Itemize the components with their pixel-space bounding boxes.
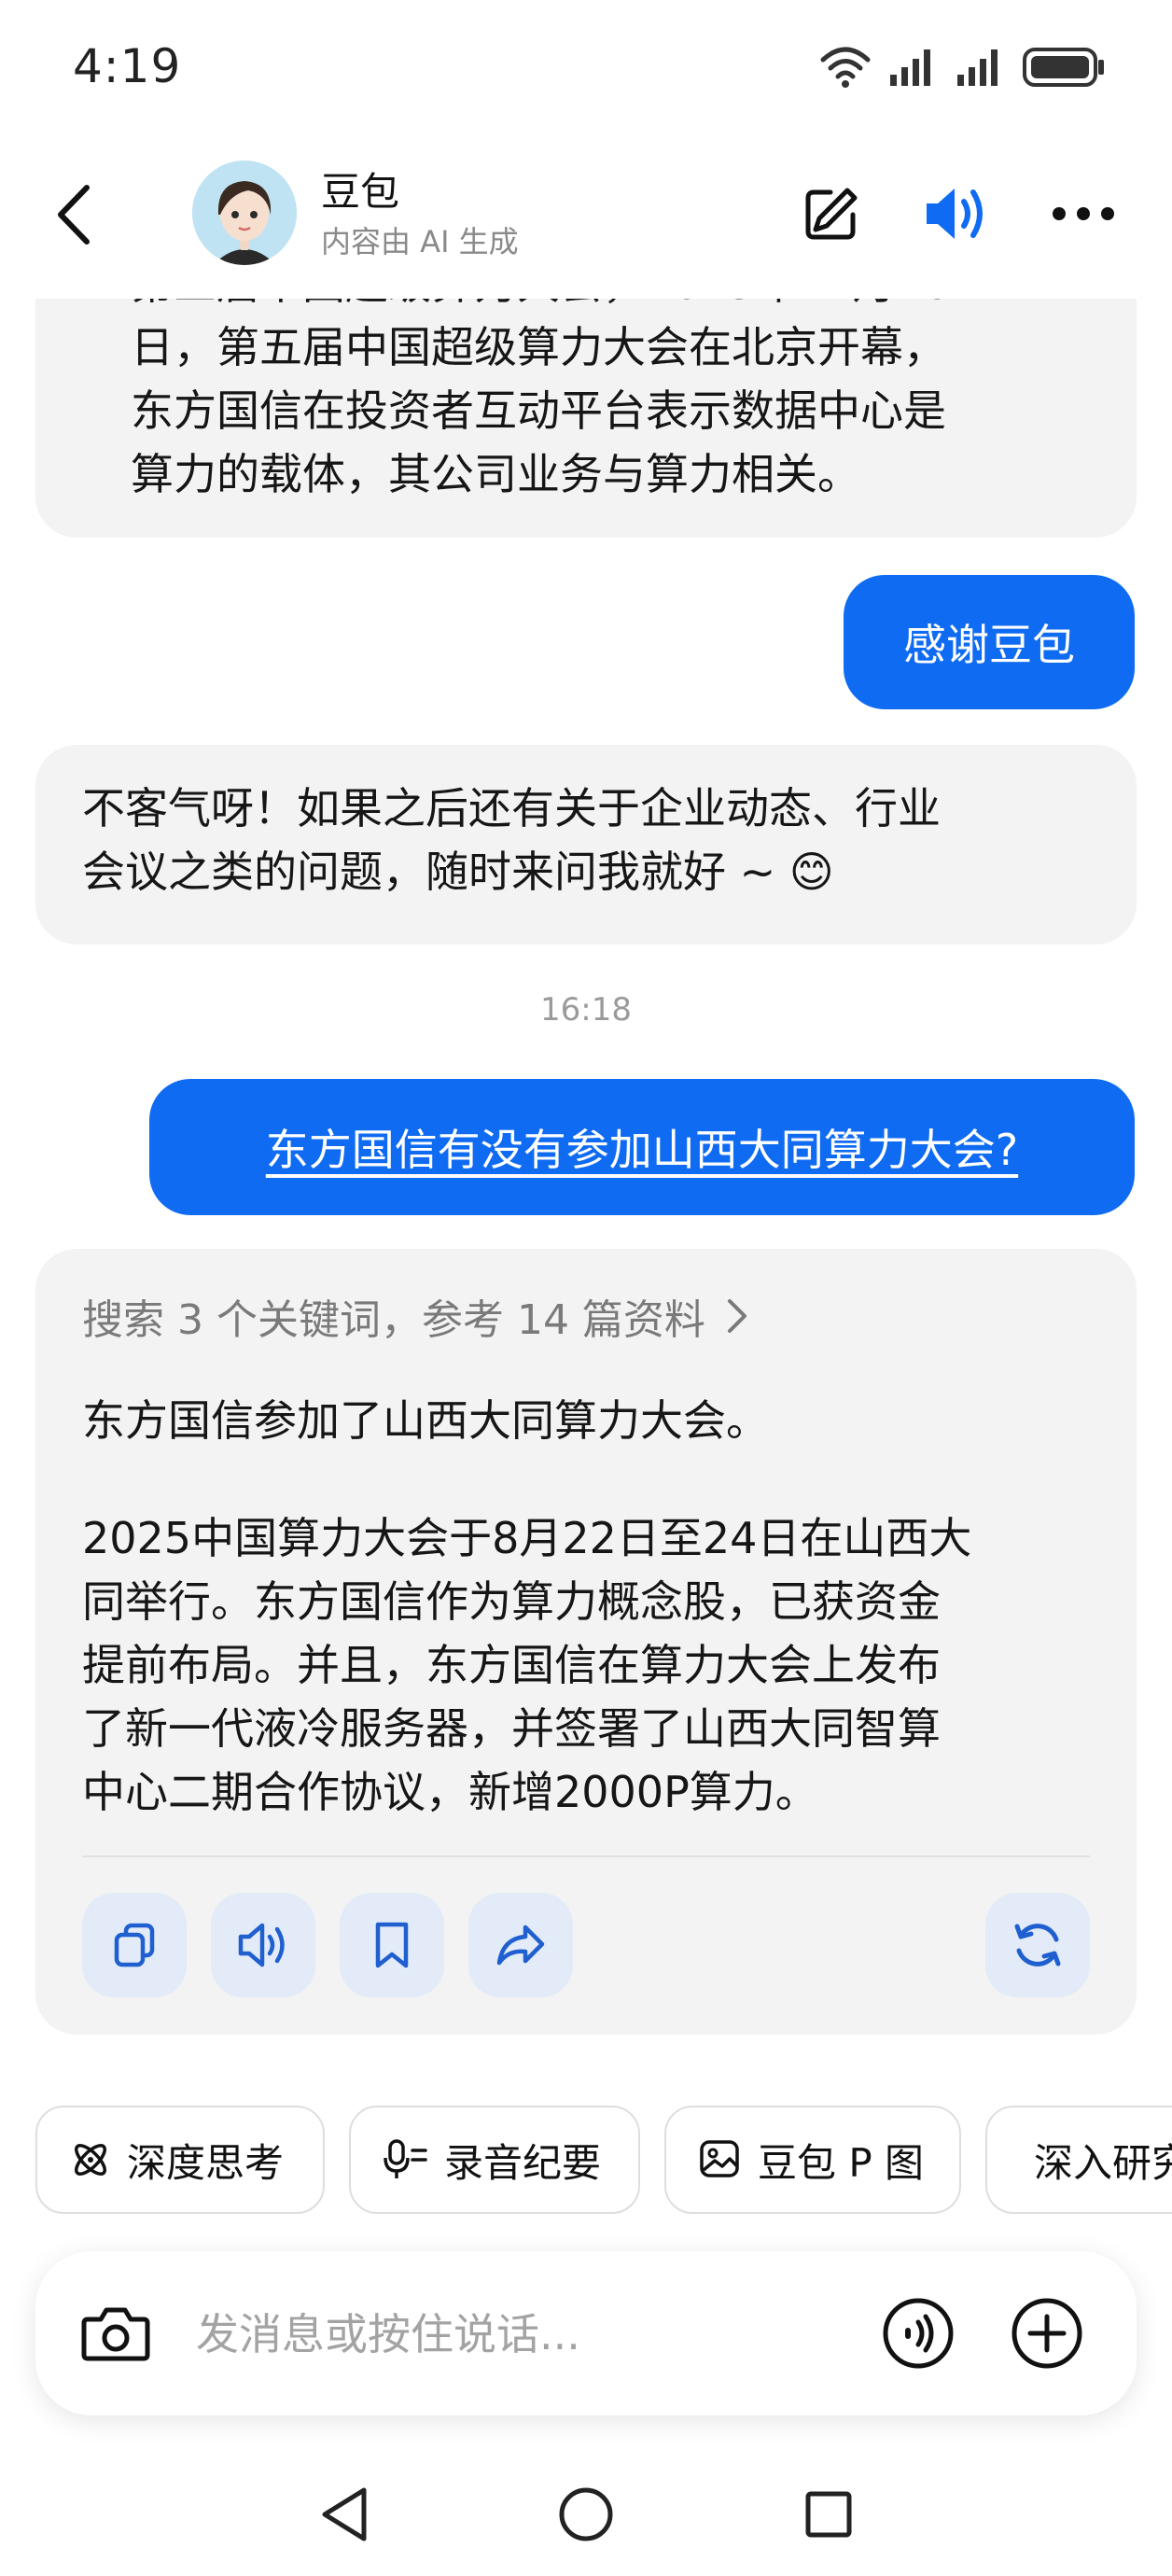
triangle-back-icon: [322, 2487, 367, 2541]
avatar[interactable]: [192, 161, 297, 265]
share-icon: [496, 1925, 545, 1966]
search-summary[interactable]: 搜索 3 个关键词，参考 14 篇资料: [82, 1286, 748, 1346]
chip-image-edit[interactable]: 豆包 P 图: [664, 2106, 961, 2214]
avatar-image: [192, 161, 297, 265]
read-aloud-button[interactable]: [211, 1893, 315, 1997]
chip-label: 深入研究: [1034, 2139, 1172, 2186]
answer-line: 同举行。东方国信作为算力概念股，已获资金: [82, 1576, 941, 1627]
message-line: 日，第五届中国超级算力大会在北京开幕，: [131, 322, 946, 372]
bot-answer-card: 搜索 3 个关键词，参考 14 篇资料 东方国信参加了山西大同算力大会。 202…: [35, 1249, 1137, 2035]
speaker-outline-icon: [238, 1923, 285, 1967]
chevron-left-icon: [58, 185, 90, 245]
message-text[interactable]: 东方国信有没有参加山西大同算力大会?: [266, 1116, 1018, 1178]
message-line: 东方国信在投资者互动平台表示数据中心是: [131, 385, 946, 436]
square-recents-icon: [805, 2491, 852, 2538]
search-summary-text: 搜索 3 个关键词，参考 14 篇资料: [82, 1296, 705, 1344]
voice-wave-icon: [883, 2298, 954, 2369]
divider: [82, 1855, 1090, 1857]
new-chat-button[interactable]: [789, 172, 873, 256]
chat-header: 豆包 内容由 AI 生成: [0, 140, 1172, 299]
cell-signal-icon: [890, 49, 930, 86]
chip-deep-research[interactable]: 深入研究: [985, 2106, 1172, 2214]
speaker-icon: [927, 189, 983, 239]
chip-label: 深度思考: [127, 2139, 285, 2186]
user-message-question[interactable]: 东方国信有没有参加山西大同算力大会?: [149, 1079, 1135, 1215]
chip-label: 豆包 P 图: [758, 2139, 925, 2186]
image-edit-icon: [700, 2140, 739, 2177]
status-time: 4:19: [73, 39, 182, 93]
speaker-button[interactable]: [914, 172, 998, 256]
message-line: 会议之类的问题，随时来问我就好 ~ 😊: [82, 847, 834, 897]
regenerate-button[interactable]: [985, 1893, 1090, 1997]
cell-signal-2-icon: [957, 49, 998, 86]
chevron-right-icon: [727, 1299, 746, 1333]
message-text: 感谢豆包: [903, 620, 1075, 670]
plus-circle-icon: [1012, 2298, 1082, 2369]
answer-line: 中心二期合作协议，新增2000P算力。: [82, 1767, 818, 1817]
battery-icon: [1023, 48, 1104, 87]
answer-line: 了新一代液冷服务器，并签署了山西大同智算: [82, 1703, 941, 1754]
copy-icon: [114, 1923, 155, 1967]
answer-body: 2025中国算力大会于8月22日至24日在山西大 同举行。东方国信作为算力概念股…: [82, 1506, 971, 1824]
voice-call-button[interactable]: [881, 2296, 956, 2371]
share-button[interactable]: [468, 1893, 573, 1997]
camera-button[interactable]: [77, 2294, 155, 2373]
message-line: 不客气呀！如果之后还有关于企业动态、行业: [82, 783, 941, 833]
system-navigation-bar: [0, 2464, 1172, 2567]
message-input-bar: 发消息或按住说话...: [35, 2251, 1137, 2415]
answer-actions: [82, 1893, 1090, 1997]
camera-icon: [81, 2307, 150, 2361]
nav-back-button[interactable]: [308, 2477, 383, 2552]
user-message[interactable]: 感谢豆包: [844, 575, 1135, 709]
chip-deep-thinking[interactable]: 深度思考: [35, 2106, 325, 2214]
bookmark-icon: [375, 1922, 409, 1968]
message-line: 算力的载体，其公司业务与算力相关。: [131, 449, 860, 499]
status-icons: [819, 41, 1107, 93]
nav-home-button[interactable]: [549, 2477, 623, 2552]
refresh-icon: [1014, 1924, 1061, 1967]
ai-disclaimer: 内容由 AI 生成: [321, 224, 519, 259]
bookmark-button[interactable]: [340, 1893, 444, 1997]
mic-notes-icon: [384, 2139, 427, 2178]
chip-label: 录音纪要: [444, 2139, 602, 2186]
answer-line: 提前布局。并且，东方国信在算力大会上发布: [82, 1640, 941, 1690]
more-icon: [1053, 207, 1114, 220]
chip-recording-notes[interactable]: 录音纪要: [349, 2106, 640, 2214]
message-input[interactable]: 发消息或按住说话...: [196, 2303, 849, 2365]
bot-name: 豆包: [321, 169, 400, 215]
answer-line: 2025中国算力大会于8月22日至24日在山西大: [82, 1513, 972, 1563]
nav-recents-button[interactable]: [791, 2477, 866, 2552]
answer-lead: 东方国信参加了山西大同算力大会。: [82, 1395, 769, 1446]
add-button[interactable]: [1010, 2296, 1084, 2371]
wifi-icon: [820, 47, 871, 88]
status-bar: 4:19: [0, 0, 1172, 131]
more-button[interactable]: [1041, 172, 1125, 256]
time-separator: 16:18: [540, 991, 632, 1029]
back-button[interactable]: [37, 177, 112, 252]
circle-home-icon: [559, 2487, 613, 2541]
edit-icon: [805, 188, 858, 240]
bot-message: 不客气呀！如果之后还有关于企业动态、行业 会议之类的问题，随时来问我就好 ~ 😊: [35, 745, 1137, 945]
copy-button[interactable]: [82, 1893, 187, 1997]
atom-icon: [75, 2144, 106, 2176]
